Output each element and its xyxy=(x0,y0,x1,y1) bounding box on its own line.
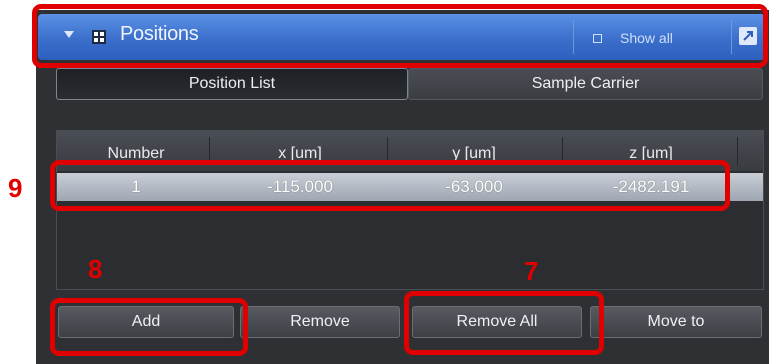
add-highlight xyxy=(50,298,248,356)
callout-number-9: 9 xyxy=(8,173,23,203)
move-to-button[interactable]: Move to xyxy=(590,306,762,338)
remove-all-highlight xyxy=(404,291,604,355)
tab-sample-carrier[interactable]: Sample Carrier xyxy=(408,68,763,100)
header-highlight xyxy=(32,4,768,68)
row-highlight xyxy=(50,160,730,211)
remove-button[interactable]: Remove xyxy=(240,306,400,338)
column-divider xyxy=(737,137,738,165)
callout-number-7: 7 xyxy=(524,256,539,286)
callout-number-8: 8 xyxy=(88,254,103,284)
tab-position-list[interactable]: Position List xyxy=(56,68,408,100)
